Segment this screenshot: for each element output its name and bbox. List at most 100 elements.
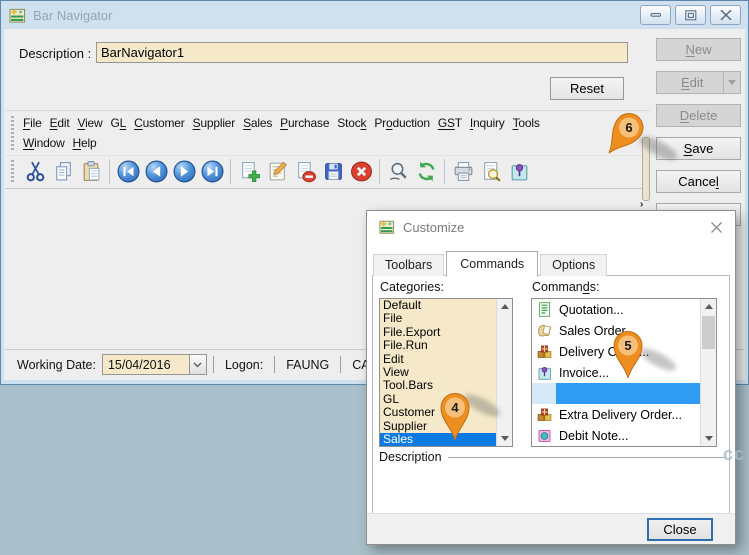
menu-sales[interactable]: Sales	[239, 114, 276, 132]
reset-button[interactable]: Reset	[550, 77, 624, 100]
delivery-order-icon	[532, 341, 556, 362]
search-icon[interactable]	[384, 158, 412, 185]
menu-gl[interactable]: GL	[106, 114, 130, 132]
working-date-combo[interactable]: 15/04/2016	[102, 354, 207, 375]
scroll-down-icon[interactable]	[701, 431, 716, 446]
scroll-up-icon[interactable]	[701, 299, 716, 314]
svg-text:6: 6	[625, 120, 632, 135]
svg-text:4: 4	[451, 400, 459, 415]
scroll-up-icon[interactable]	[497, 299, 512, 314]
description-divider	[448, 457, 725, 458]
working-date-value[interactable]: 15/04/2016	[102, 354, 190, 375]
edit-button[interactable]: Edit	[656, 71, 741, 94]
desktop: { "window": { "title": "Bar Navigator", …	[0, 0, 749, 555]
toolbar	[5, 155, 650, 189]
statusbar-separator	[213, 356, 214, 373]
dialog-close-icon[interactable]	[707, 219, 725, 235]
menubar-row-1: FileEditViewGLCustomerSupplierSalesPurch…	[19, 113, 650, 133]
categories-scrollbar[interactable]	[496, 299, 512, 446]
window-titlebar[interactable]: Bar Navigator	[1, 1, 748, 29]
menu-file[interactable]: File	[19, 114, 46, 132]
category-item-file[interactable]: File	[380, 312, 496, 325]
menu-window[interactable]: Window	[19, 134, 69, 152]
menu-supplier[interactable]: Supplier	[189, 114, 239, 132]
paste-icon[interactable]	[77, 158, 105, 185]
cut-icon[interactable]	[21, 158, 49, 185]
description-label: Description :	[19, 46, 91, 61]
command-item-quotation[interactable]: Quotation...	[532, 299, 700, 320]
next-record-icon[interactable]	[170, 158, 198, 185]
delete-button[interactable]: Delete	[656, 104, 741, 127]
command-item-debitnote[interactable]: Debit Note...	[532, 425, 700, 446]
logon-label: Logon:	[220, 356, 268, 374]
close-window-button[interactable]	[710, 5, 741, 25]
statusbar-separator	[340, 356, 341, 373]
command-item-extradeliveryorder[interactable]: Extra Delivery Order...	[532, 404, 700, 425]
menu-customer[interactable]: Customer	[130, 114, 188, 132]
tab-options[interactable]: Options	[540, 254, 607, 276]
description-group: Description	[379, 450, 725, 464]
edit-note-icon[interactable]	[263, 158, 291, 185]
command-item-label: Extra Delivery Order...	[556, 404, 700, 425]
category-item-default[interactable]: Default	[380, 299, 496, 312]
dialog-app-icon	[379, 219, 395, 235]
extra-delivery-order-icon	[532, 404, 556, 425]
category-item-view[interactable]: View	[380, 366, 496, 379]
dialog-tabs: ToolbarsCommandsOptions	[373, 252, 609, 276]
cancel-button[interactable]: Cancel	[656, 170, 741, 193]
refresh-icon[interactable]	[412, 158, 440, 185]
print-preview-icon[interactable]	[477, 158, 505, 185]
close-button[interactable]: Close	[647, 518, 713, 541]
cancel-icon[interactable]	[347, 158, 375, 185]
delete-button-label: Delete	[680, 108, 718, 123]
copy-icon[interactable]	[49, 158, 77, 185]
dialog-title: Customize	[403, 220, 464, 235]
category-item-toolbars[interactable]: Tool.Bars	[380, 379, 496, 392]
menu-tools[interactable]: Tools	[509, 114, 544, 132]
first-record-icon[interactable]	[114, 158, 142, 185]
command-item-selected-blank[interactable]	[532, 383, 700, 404]
category-item-edit[interactable]: Edit	[380, 353, 496, 366]
menu-gst[interactable]: GST	[434, 114, 466, 132]
menu-purchase[interactable]: Purchase	[276, 114, 333, 132]
window-title: Bar Navigator	[33, 8, 112, 23]
last-record-icon[interactable]	[198, 158, 226, 185]
minimize-button[interactable]	[640, 5, 671, 25]
callout-marker-6: 6	[612, 112, 646, 167]
expand-chevron-icon[interactable]: ›	[640, 199, 643, 210]
toolbar-separator	[230, 159, 231, 184]
statusbar-separator	[274, 356, 275, 373]
previous-record-icon[interactable]	[142, 158, 170, 185]
category-item-filerun[interactable]: File.Run	[380, 339, 496, 352]
print-icon[interactable]	[449, 158, 477, 185]
menu-inquiry[interactable]: Inquiry	[466, 114, 509, 132]
app-icon	[9, 7, 26, 24]
debit-note-icon	[532, 425, 556, 446]
new-button[interactable]: New	[656, 38, 741, 61]
tab-toolbars[interactable]: Toolbars	[373, 254, 444, 276]
menu-help[interactable]: Help	[69, 134, 101, 152]
tab-commands[interactable]: Commands	[446, 251, 538, 277]
menu-stock[interactable]: Stock	[333, 114, 370, 132]
scroll-down-icon[interactable]	[497, 431, 512, 446]
description-input[interactable]	[96, 42, 628, 63]
dialog-footer: Close	[367, 513, 735, 544]
add-icon[interactable]	[235, 158, 263, 185]
customize-note-icon[interactable]	[505, 158, 533, 185]
commands-scrollbar[interactable]	[700, 299, 716, 446]
delete-icon[interactable]	[291, 158, 319, 185]
menu-view[interactable]: View	[73, 114, 106, 132]
menu-production[interactable]: Production	[370, 114, 433, 132]
maximize-button[interactable]	[675, 5, 706, 25]
edit-dropdown-arrow-icon[interactable]	[723, 72, 740, 93]
save-icon[interactable]	[319, 158, 347, 185]
calendar-dropdown-icon[interactable]	[190, 354, 207, 375]
menu-edit[interactable]: Edit	[46, 114, 74, 132]
category-item-fileexport[interactable]: File.Export	[380, 326, 496, 339]
cancel-button-label: Cancel	[678, 174, 718, 189]
toolbar-grip[interactable]	[11, 160, 14, 184]
dialog-titlebar[interactable]: Customize	[367, 211, 735, 243]
menubar-grip[interactable]	[11, 116, 14, 150]
scroll-thumb[interactable]	[702, 316, 715, 349]
edit-button-label: Edit	[681, 75, 703, 90]
